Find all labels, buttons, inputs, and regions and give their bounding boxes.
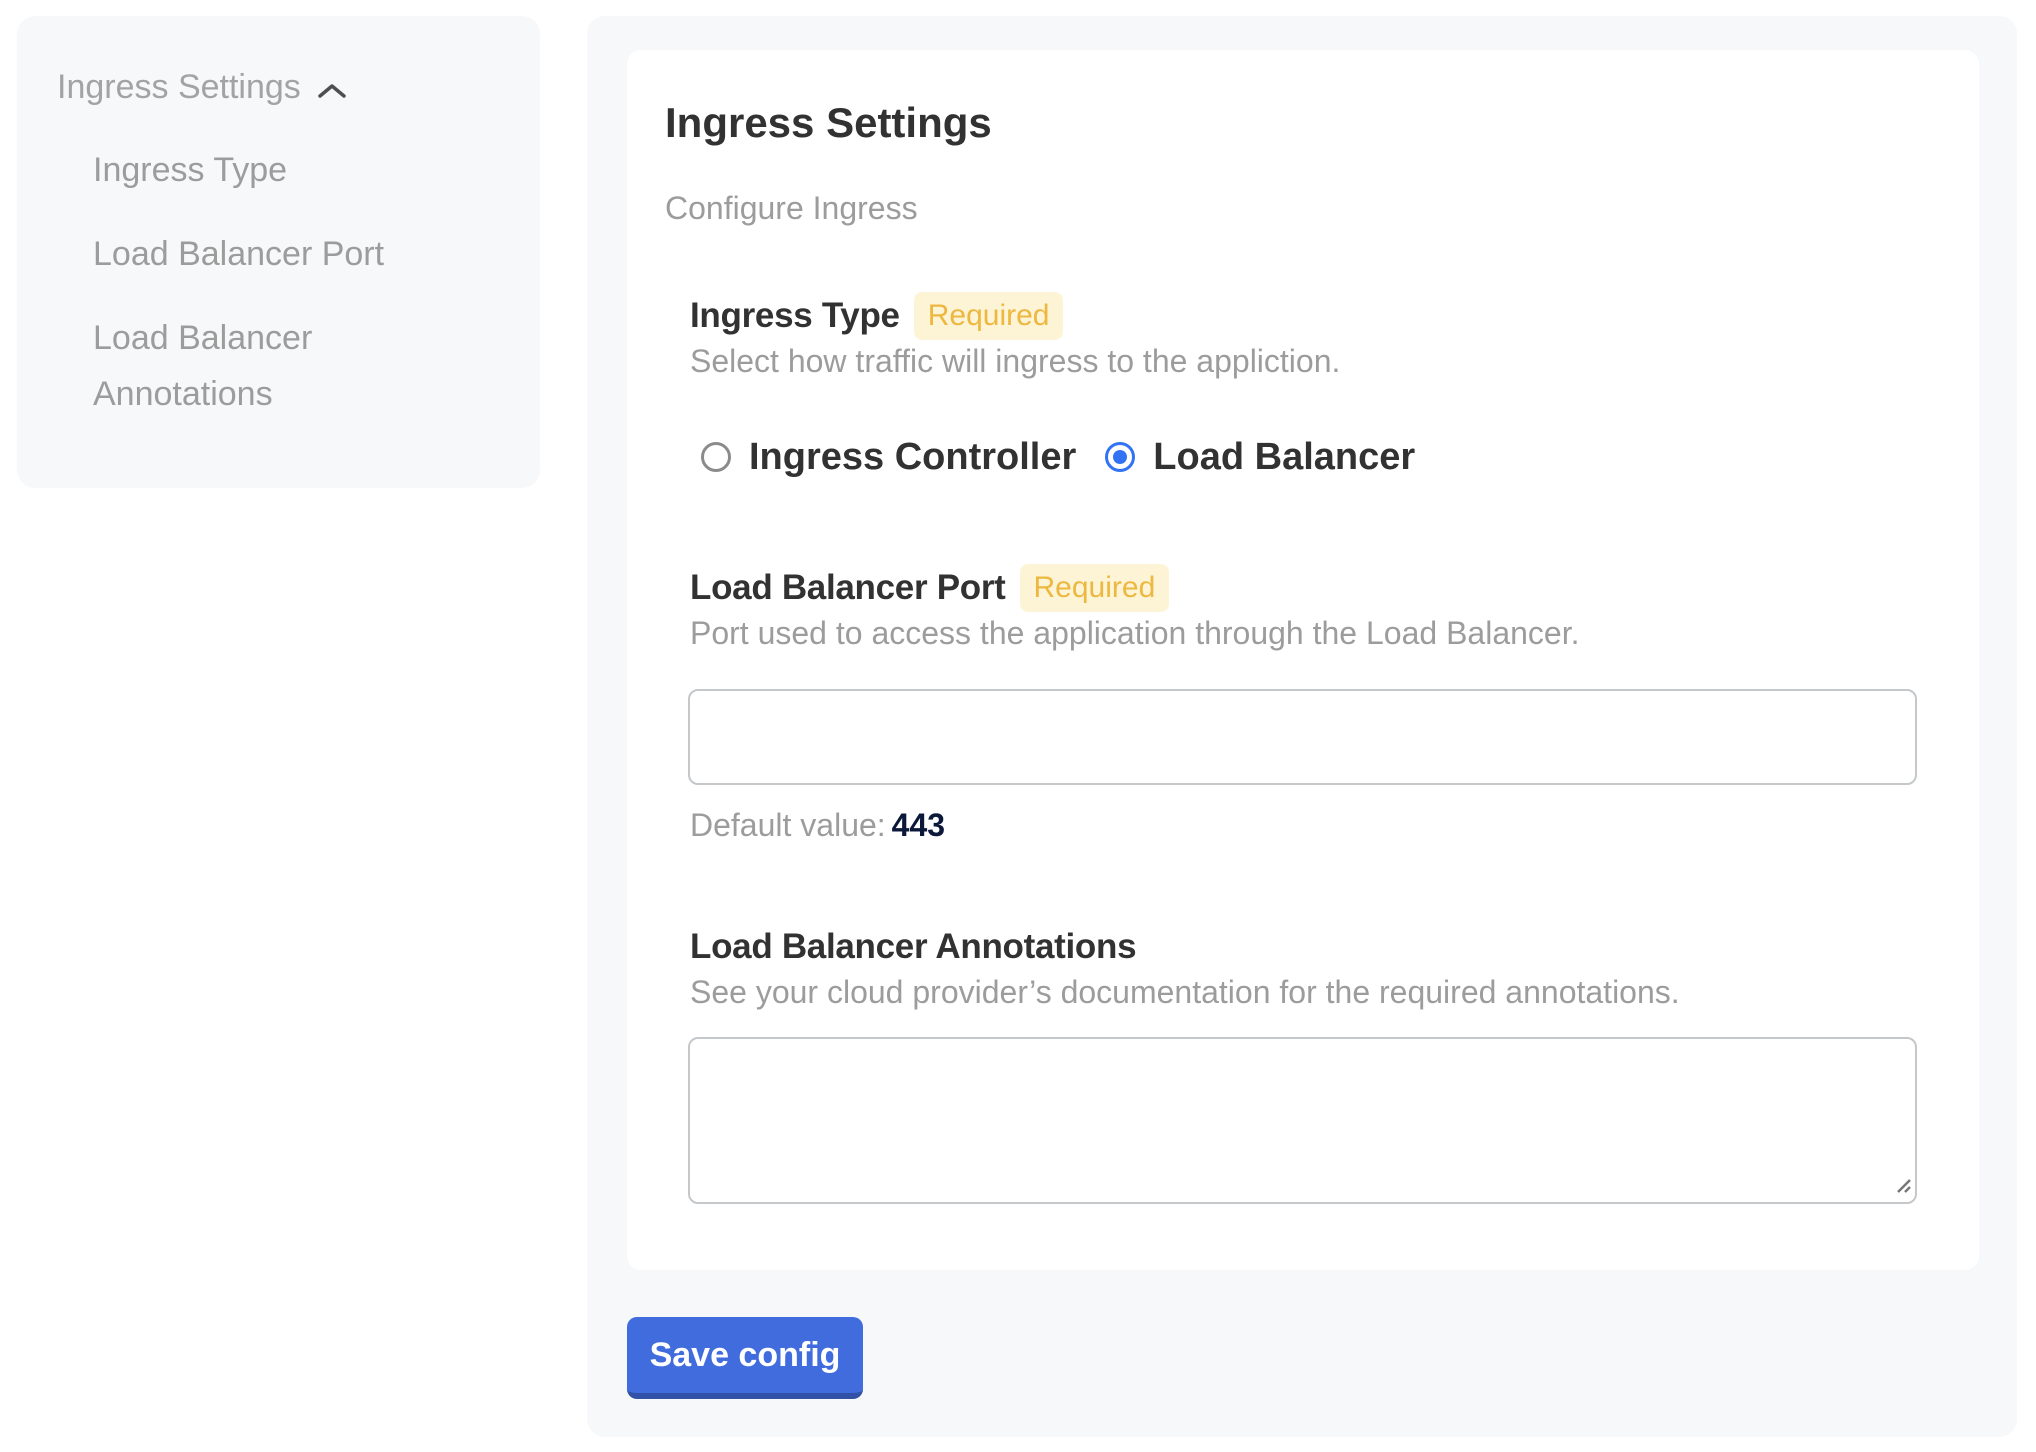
radio-label-ingress-controller: Ingress Controller	[749, 433, 1076, 481]
ingress-type-label: Ingress Type	[690, 291, 900, 341]
settings-card: Ingress Settings Configure Ingress Ingre…	[627, 50, 1979, 1270]
resize-handle-icon[interactable]	[1889, 1171, 1913, 1200]
sidebar-item-ingress-type[interactable]: Ingress Type	[93, 142, 463, 198]
sidebar-item-load-balancer-port[interactable]: Load Balancer Port	[93, 226, 463, 282]
chevron-up-icon	[317, 65, 347, 113]
sidebar-header-label: Ingress Settings	[57, 63, 301, 111]
radio-option-ingress-controller[interactable]: Ingress Controller	[701, 433, 1076, 481]
load-balancer-port-label: Load Balancer Port	[690, 563, 1006, 613]
radio-label-load-balancer: Load Balancer	[1153, 433, 1415, 481]
ingress-type-section: Ingress Type Required Select how traffic…	[690, 291, 1933, 481]
default-value-number: 443	[892, 807, 945, 843]
sidebar-header[interactable]: Ingress Settings	[57, 61, 510, 113]
ingress-type-description: Select how traffic will ingress to the a…	[690, 337, 1933, 385]
radio-unchecked-icon[interactable]	[701, 442, 731, 472]
load-balancer-annotations-section: Load Balancer Annotations See your cloud…	[690, 922, 1933, 1204]
ingress-type-radio-group: Ingress Controller Load Balancer	[690, 433, 1933, 481]
load-balancer-port-section: Load Balancer Port Required Port used to…	[690, 563, 1933, 849]
ingress-type-required-badge: Required	[914, 292, 1064, 340]
load-balancer-port-required-badge: Required	[1020, 564, 1170, 612]
load-balancer-port-input[interactable]	[688, 689, 1917, 785]
page-title: Ingress Settings	[665, 99, 1933, 147]
default-value-note: Default value:443	[690, 801, 1933, 849]
load-balancer-annotations-textarea[interactable]	[688, 1037, 1917, 1204]
sidebar-item-load-balancer-annotations[interactable]: Load Balancer Annotations	[93, 310, 463, 422]
load-balancer-port-description: Port used to access the application thro…	[690, 609, 1933, 657]
page-subtitle: Configure Ingress	[665, 184, 1933, 232]
load-balancer-annotations-description: See your cloud provider’s documentation …	[690, 968, 1933, 1016]
radio-checked-icon[interactable]	[1105, 442, 1135, 472]
sidebar: Ingress Settings Ingress Type Load Balan…	[17, 16, 540, 488]
save-config-button[interactable]: Save config	[627, 1317, 863, 1399]
radio-option-load-balancer[interactable]: Load Balancer	[1105, 433, 1415, 481]
sidebar-items: Ingress Type Load Balancer Port Load Bal…	[57, 142, 463, 422]
main-panel: Ingress Settings Configure Ingress Ingre…	[587, 16, 2017, 1437]
default-value-label: Default value:	[690, 807, 886, 843]
load-balancer-annotations-label: Load Balancer Annotations	[690, 922, 1136, 972]
